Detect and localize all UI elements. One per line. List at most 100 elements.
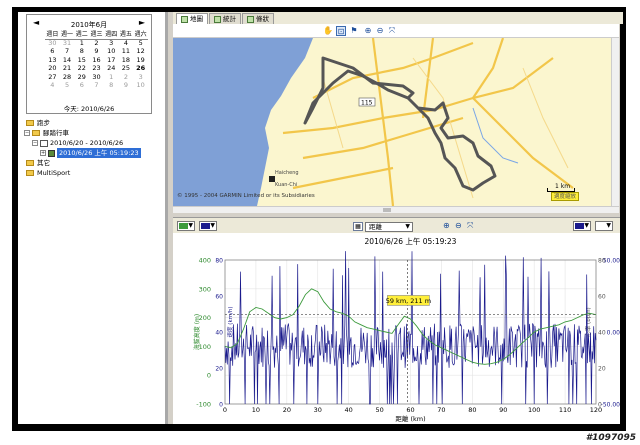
chart-layout-icon[interactable]: ▦ <box>353 222 363 231</box>
x-tick-label: 80 <box>468 406 476 414</box>
chart-svg: 2010/6/26 上午 05:19:23 0 10 20 30 40 50 60 70 80 90… <box>193 236 635 423</box>
y-left-inner-tick-label: 40 <box>215 330 223 337</box>
tree-item-label: 2010/6/26 上午 05:19:23 <box>57 148 141 158</box>
fit-zoom-button[interactable]: 適度縮放 <box>551 192 580 201</box>
x-tick-label: 100 <box>528 406 540 414</box>
calendar-day[interactable]: 30 <box>89 73 104 81</box>
calendar-day[interactable]: 9 <box>89 47 104 55</box>
map-vertical-scrollbar[interactable] <box>611 38 619 206</box>
calendar-day[interactable]: 4 <box>119 39 134 47</box>
calendar-day[interactable]: 23 <box>89 64 104 72</box>
collapse-icon[interactable]: − <box>32 140 38 146</box>
calendar-day[interactable]: 27 <box>45 73 60 81</box>
calendar-today[interactable]: 今天: 2010/6/26 <box>27 103 151 113</box>
calendar-day[interactable]: 18 <box>119 56 134 64</box>
chart-panel[interactable]: 2010/6/26 上午 05:19:23 0 10 20 30 40 50 60 70 80 90… <box>173 233 635 424</box>
calendar-day[interactable]: 15 <box>74 56 89 64</box>
color-swatch <box>179 223 188 229</box>
color-swatch <box>597 223 606 229</box>
calendar-day[interactable]: 19 <box>133 56 148 64</box>
left-inner-series-color-button[interactable]: ▼ <box>199 221 217 231</box>
pan-tool-icon[interactable]: ✋ <box>323 26 333 36</box>
calendar-day[interactable]: 28 <box>60 73 75 81</box>
map-graphic: 115 Haicheng Kuan-Chi <box>173 38 574 206</box>
dropdown-arrow-icon: ▼ <box>606 222 611 229</box>
calendar-day[interactable]: 10 <box>133 81 148 89</box>
calendar-day[interactable]: 8 <box>74 47 89 55</box>
weekday-label: 週二 <box>75 31 88 38</box>
calendar-day[interactable]: 11 <box>119 47 134 55</box>
fit-extent-icon[interactable]: ⤧ <box>387 26 397 36</box>
zoom-out-icon[interactable]: ⊖ <box>375 26 385 36</box>
collapse-icon[interactable]: − <box>24 130 30 136</box>
map-horizontal-scrollbar[interactable] <box>173 206 619 213</box>
x-axis-mode-select[interactable]: 距離 ▼ <box>365 222 413 232</box>
tree-item-multisport[interactable]: MultiSport <box>24 168 164 178</box>
calendar-day[interactable]: 13 <box>45 56 60 64</box>
minor-roads <box>322 57 569 199</box>
calendar-day[interactable]: 8 <box>104 81 119 89</box>
calendar-day[interactable]: 2 <box>119 73 134 81</box>
calendar-day[interactable]: 21 <box>60 64 75 72</box>
calendar-day[interactable]: 25 <box>119 64 134 72</box>
calendar-day[interactable]: 1 <box>74 39 89 47</box>
left-series-color-button[interactable]: ▼ <box>177 221 195 231</box>
calendar-day[interactable]: 12 <box>133 47 148 55</box>
tab-stats[interactable]: 統計 <box>209 13 241 24</box>
x-tick-label: 50 <box>375 406 383 414</box>
weekday-label: 週四 <box>105 31 118 38</box>
right-series-color-button[interactable]: ▼ <box>595 221 613 231</box>
calendar-day[interactable]: 22 <box>74 64 89 72</box>
tree-item-cycling[interactable]: − 腳踏行車 <box>24 128 164 138</box>
calendar-day[interactable]: 4 <box>45 81 60 89</box>
calendar-day[interactable]: 3 <box>133 73 148 81</box>
chart-zoom-out-icon[interactable]: ⊖ <box>455 221 462 230</box>
calendar-day[interactable]: 2 <box>89 39 104 47</box>
calendar-day[interactable]: 16 <box>89 56 104 64</box>
tree-item-running[interactable]: 跑步 <box>24 118 164 128</box>
calendar-day[interactable]: 29 <box>74 73 89 81</box>
calendar-day[interactable]: 20 <box>45 64 60 72</box>
calendar-day[interactable]: 5 <box>133 39 148 47</box>
calendar-day[interactable]: 24 <box>104 64 119 72</box>
tree-item-other[interactable]: 其它 <box>24 158 164 168</box>
calendar-day[interactable]: 26 <box>133 64 148 72</box>
calendar-day[interactable]: 17 <box>104 56 119 64</box>
tree-item-label: 其它 <box>37 159 50 167</box>
folder-icon <box>26 170 34 176</box>
chart-fit-icon[interactable]: ⤧ <box>467 221 473 231</box>
calendar-day[interactable]: 14 <box>60 56 75 64</box>
calendar-days: 30 31 1 2 3 4 5 6 7 8 9 10 11 12 13 14 15 16 17 18 19 20 21 22 2… <box>45 39 148 89</box>
calendar-day[interactable]: 7 <box>60 47 75 55</box>
zoom-in-icon[interactable]: ⊕ <box>363 26 373 36</box>
chart-zoom-in-icon[interactable]: ⊕ <box>443 221 450 230</box>
flag-tool-icon[interactable]: ⚑ <box>349 26 359 36</box>
calendar-day[interactable]: 7 <box>89 81 104 89</box>
x-tick-label: 90 <box>499 406 507 414</box>
dropdown-arrow-icon: ▼ <box>405 223 410 230</box>
calendar-day[interactable]: 5 <box>60 81 75 89</box>
map-view[interactable]: 115 Haicheng Kuan-Chi © 1995 - 2004 GARM… <box>173 38 611 206</box>
calendar-day[interactable]: 6 <box>45 47 60 55</box>
zoom-select-tool-icon[interactable]: ⊡ <box>336 26 346 36</box>
y-right-inner-tick-label: 20 <box>598 366 606 373</box>
tree-item-label: 跑步 <box>37 119 50 127</box>
calendar-day[interactable]: 31 <box>60 39 75 47</box>
tab-laps[interactable]: 條狀 <box>242 13 274 24</box>
tab-map[interactable]: 地圖 <box>176 13 208 24</box>
roads <box>282 38 574 206</box>
tree-item-activity[interactable]: + 2010/6/26 上午 05:19:23 <box>24 148 164 158</box>
calendar-day[interactable]: 3 <box>104 39 119 47</box>
calendar-day[interactable]: 10 <box>104 47 119 55</box>
activity-tree: 跑步 − 腳踏行車 − 2010/6/20 - 2010/6/26 + 2010… <box>24 118 164 178</box>
calendar-day[interactable]: 30 <box>45 39 60 47</box>
tree-item-week[interactable]: − 2010/6/20 - 2010/6/26 <box>24 138 164 148</box>
scroll-thumb[interactable] <box>383 208 391 212</box>
dropdown-arrow-icon: ▼ <box>584 222 589 229</box>
calendar-day[interactable]: 1 <box>104 73 119 81</box>
right-inner-series-color-button[interactable]: ▼ <box>573 221 591 231</box>
expand-icon[interactable]: + <box>40 150 46 156</box>
calendar-day[interactable]: 6 <box>74 81 89 89</box>
calendar-day[interactable]: 9 <box>119 81 134 89</box>
calendar-next-button[interactable]: ► <box>139 18 145 27</box>
